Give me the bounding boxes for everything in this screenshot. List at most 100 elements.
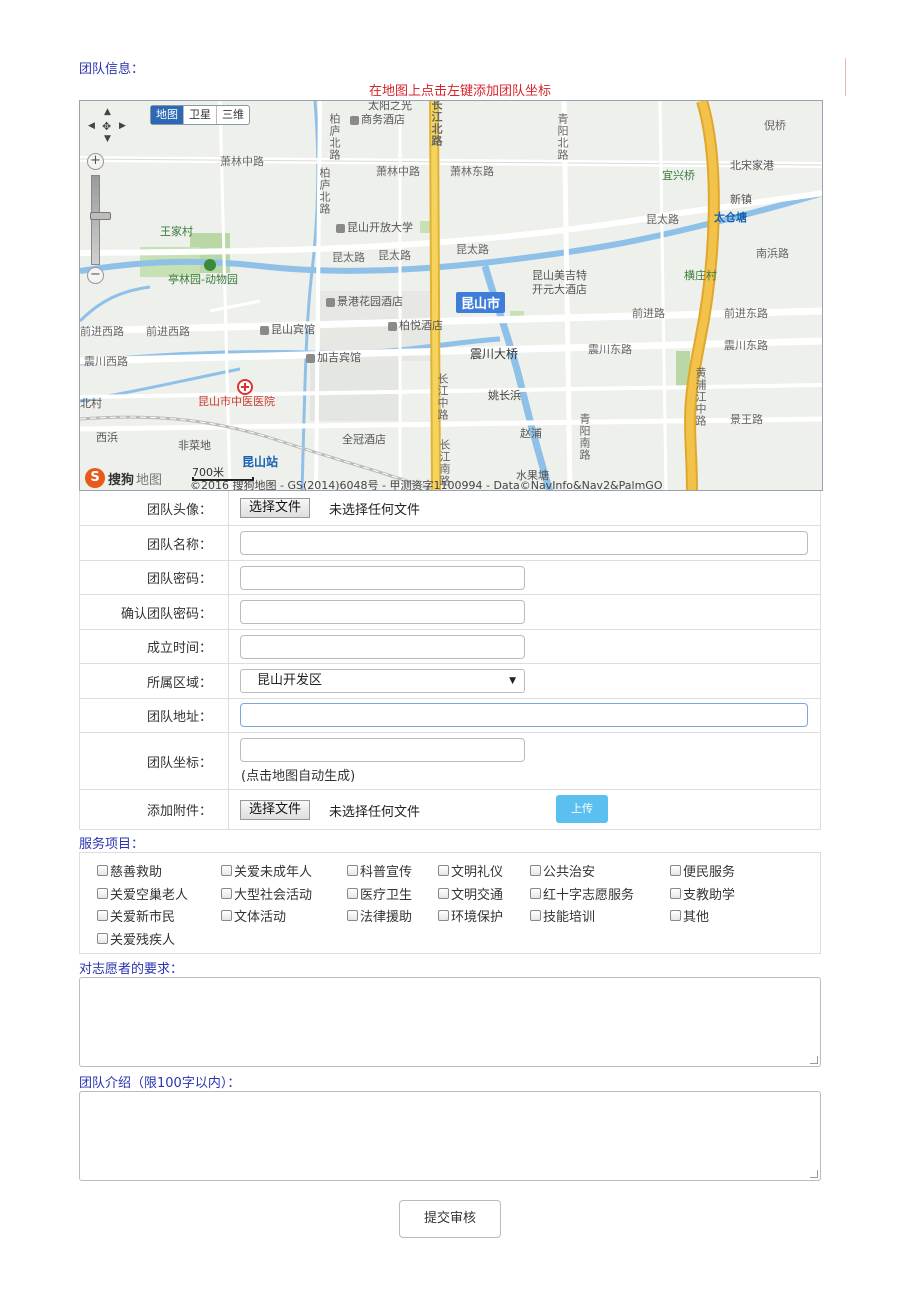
map-canvas[interactable]: 太阳之光 商务酒店 青阳北路 倪桥 萧林中路 萧林中路 萧林东路 宜兴桥 北宋家… <box>79 100 823 491</box>
service-checkbox-item[interactable]: 红十字志愿服务 <box>530 884 634 903</box>
map-label: 横庄村 <box>684 269 717 282</box>
checkbox[interactable] <box>438 888 449 899</box>
map-label: 姚长浜 <box>488 389 521 402</box>
region-label: 所属区域： <box>80 664 229 698</box>
map-base-layer <box>80 101 822 490</box>
founded-date-input[interactable] <box>240 635 525 659</box>
checkbox[interactable] <box>97 865 108 876</box>
map-type-satellite[interactable]: 卫星 <box>184 106 217 124</box>
coords-input[interactable] <box>240 738 525 762</box>
map-label: 北村 <box>80 397 102 410</box>
checkbox[interactable] <box>438 865 449 876</box>
map-label: 震川东路 <box>724 339 768 352</box>
pan-control[interactable]: ▲ ◀ ✥ ▶ ▼ <box>86 107 130 151</box>
map-type-map[interactable]: 地图 <box>151 106 184 124</box>
service-checkbox-item[interactable]: 关爱残疾人 <box>97 929 175 948</box>
service-checkbox-item[interactable]: 文明交通 <box>438 884 503 903</box>
service-checkbox-item[interactable]: 技能培训 <box>530 906 595 925</box>
intro-textarea[interactable] <box>79 1091 821 1181</box>
checkbox[interactable] <box>97 910 108 921</box>
password-input[interactable] <box>240 566 525 590</box>
map-label: 倪桥 <box>764 119 786 132</box>
service-checkbox-item[interactable]: 慈善救助 <box>97 861 162 880</box>
map-label: 王家村 <box>160 225 193 238</box>
map-label: 宜兴桥 <box>662 169 695 182</box>
attachment-label: 添加附件： <box>80 790 229 829</box>
team-name-input[interactable] <box>240 531 808 555</box>
service-checkbox-item[interactable]: 关爱空巢老人 <box>97 884 188 903</box>
zoom-in-icon[interactable]: + <box>87 153 104 170</box>
upload-button[interactable]: 上传 <box>556 795 608 823</box>
attachment-file-status: 未选择任何文件 <box>329 805 421 820</box>
pan-right-icon[interactable]: ▶ <box>119 121 126 131</box>
confirm-password-input[interactable] <box>240 600 525 624</box>
service-checkbox-item[interactable]: 其他 <box>670 906 709 925</box>
resize-grip-icon[interactable] <box>810 1056 818 1064</box>
pan-left-icon[interactable]: ◀ <box>88 121 95 131</box>
checkbox[interactable] <box>670 910 681 921</box>
founded-row: 成立时间： <box>79 630 821 664</box>
pan-up-icon[interactable]: ▲ <box>104 107 111 117</box>
zoom-out-icon[interactable]: − <box>87 267 104 284</box>
checkbox[interactable] <box>530 865 541 876</box>
checkbox[interactable] <box>530 910 541 921</box>
service-checkbox-item[interactable]: 便民服务 <box>670 861 735 880</box>
checkbox[interactable] <box>221 910 232 921</box>
checkbox[interactable] <box>670 865 681 876</box>
map-label: 昆山市中医医院 <box>198 395 275 408</box>
checkbox[interactable] <box>347 910 358 921</box>
map-label: 长江中路 <box>436 373 449 421</box>
requirements-textarea[interactable] <box>79 977 821 1067</box>
service-checkbox-item[interactable]: 法律援助 <box>347 906 412 925</box>
checkbox[interactable] <box>347 888 358 899</box>
map-type-switcher: 地图 卫星 三维 <box>150 105 250 125</box>
submit-button[interactable]: 提交审核 <box>399 1200 501 1238</box>
coords-hint: (点击地图自动生成) <box>241 769 356 784</box>
checkbox[interactable] <box>438 910 449 921</box>
coords-row: 团队坐标： (点击地图自动生成) <box>79 733 821 790</box>
service-label: 科普宣传 <box>360 865 413 880</box>
service-checkbox-item[interactable]: 环境保护 <box>438 906 503 925</box>
map-label: 震川西路 <box>84 355 128 368</box>
map-label: 西浜 <box>96 431 118 444</box>
dropdown-arrow-icon: ▼ <box>509 676 516 686</box>
service-checkbox-item[interactable]: 文明礼仪 <box>438 861 503 880</box>
checkbox[interactable] <box>221 888 232 899</box>
pan-down-icon[interactable]: ▼ <box>104 134 111 144</box>
avatar-file-status: 未选择任何文件 <box>329 503 421 518</box>
zoom-slider[interactable] <box>90 175 111 265</box>
checkbox[interactable] <box>97 933 108 944</box>
service-checkbox-item[interactable]: 文体活动 <box>221 906 286 925</box>
service-checkbox-item[interactable]: 关爱新市民 <box>97 906 175 925</box>
checkbox[interactable] <box>347 865 358 876</box>
region-select[interactable]: 昆山开发区 ▼ <box>240 669 525 693</box>
pan-center-icon[interactable]: ✥ <box>102 120 111 133</box>
service-label: 公共治安 <box>543 865 596 880</box>
map-label: 青阳北路 <box>556 113 569 161</box>
checkbox[interactable] <box>97 888 108 899</box>
map-label: 柏悦酒店 <box>388 317 443 333</box>
map-type-3d[interactable]: 三维 <box>217 106 249 124</box>
map-label: 北宋家港 <box>730 159 774 172</box>
map-label: 昆太路 <box>332 251 365 264</box>
resize-grip-icon[interactable] <box>810 1170 818 1178</box>
service-checkbox-item[interactable]: 关爱未成年人 <box>221 861 312 880</box>
map-label: 昆山开放大学 <box>336 219 413 235</box>
zoom-handle[interactable] <box>90 212 111 220</box>
map-label: 柏庐北路 <box>318 167 331 215</box>
service-label: 文体活动 <box>234 910 287 925</box>
service-checkbox-item[interactable]: 支教助学 <box>670 884 735 903</box>
service-checkbox-item[interactable]: 公共治安 <box>530 861 595 880</box>
attachment-file-button[interactable]: 选择文件 <box>240 800 311 820</box>
service-checkbox-item[interactable]: 科普宣传 <box>347 861 412 880</box>
avatar-file-button[interactable]: 选择文件 <box>240 498 311 518</box>
service-checkbox-item[interactable]: 医疗卫生 <box>347 884 412 903</box>
checkbox[interactable] <box>530 888 541 899</box>
address-input[interactable] <box>240 703 808 727</box>
zoom-control[interactable]: + − <box>87 153 111 284</box>
service-checkbox-item[interactable]: 大型社会活动 <box>221 884 312 903</box>
service-label: 关爱未成年人 <box>234 865 313 880</box>
checkbox[interactable] <box>670 888 681 899</box>
checkbox[interactable] <box>221 865 232 876</box>
service-label: 技能培训 <box>543 910 596 925</box>
